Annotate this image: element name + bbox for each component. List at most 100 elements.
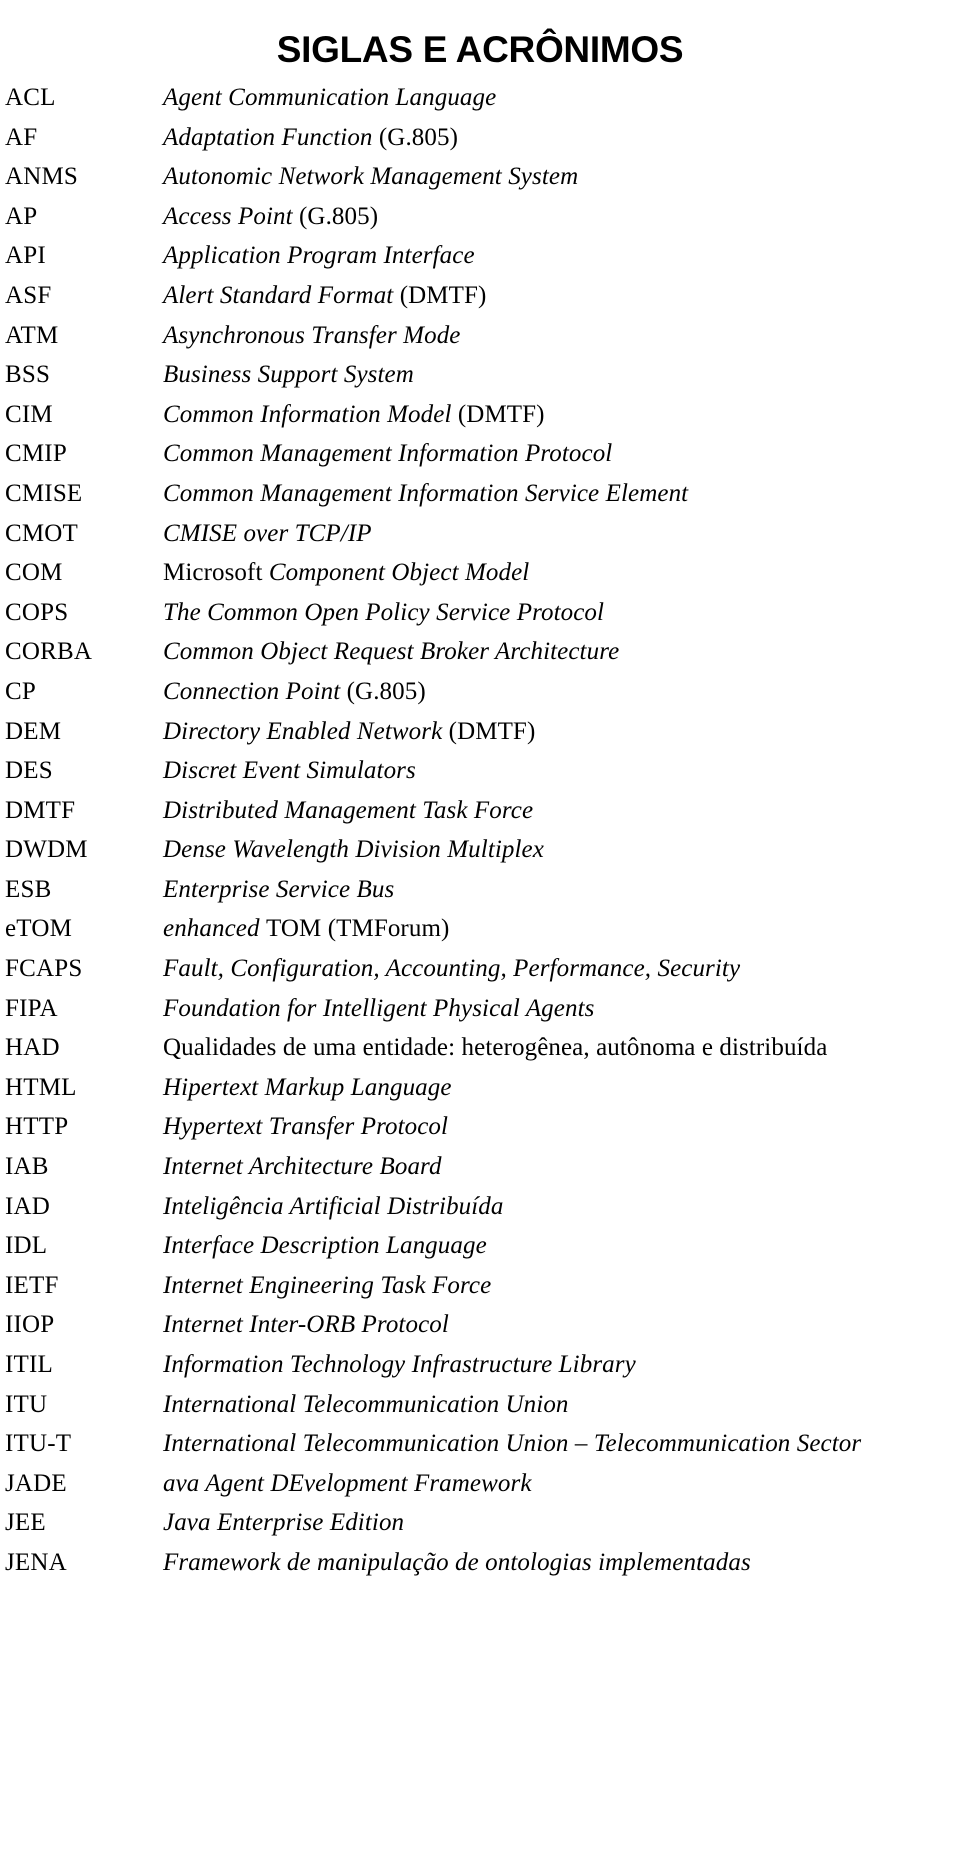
definition-text: Foundation for Intelligent Physical Agen… xyxy=(163,994,595,1022)
acronym-definition: Common Management Information Protocol xyxy=(163,434,612,474)
definition-text: Connection Point xyxy=(163,677,347,705)
definition-text: Enterprise Service Bus xyxy=(163,875,395,903)
acronym-definition: Business Support System xyxy=(163,355,414,395)
acronym-term: CMIP xyxy=(5,440,67,468)
acronym-term: COM xyxy=(5,559,63,587)
acronym-term: CP xyxy=(5,677,36,705)
acronym-definition: Discret Event Simulators xyxy=(163,751,416,791)
glossary-entry: DES Discret Event Simulators xyxy=(0,751,960,791)
definition-text: Common Management Information Protocol xyxy=(163,440,613,468)
acronym-definition: Enterprise Service Bus xyxy=(163,870,394,910)
acronym-term: ANMS xyxy=(5,163,79,191)
definition-text: Access Point xyxy=(163,202,299,230)
acronym-definition: Framework de manipulação de ontologias i… xyxy=(163,1543,751,1583)
definition-text: Information Technology Infrastructure Li… xyxy=(163,1351,636,1378)
acronym-term: CMISE xyxy=(5,479,83,507)
definition-text: Common Management Information Service El… xyxy=(163,479,689,507)
definition-text: Dense Wavelength Division Multiplex xyxy=(163,836,544,864)
acronym-term: JENA xyxy=(5,1548,67,1576)
definition-text: The Common Open Policy Service Protocol xyxy=(163,598,605,626)
acronym-term: AF xyxy=(5,123,38,151)
definition-text: Internet Inter-ORB Protocol xyxy=(163,1311,449,1339)
glossary-entry: COPS The Common Open Policy Service Proto… xyxy=(0,593,960,633)
acronym-term: CMOT xyxy=(5,519,79,547)
acronym-definition: Microsoft Component Object Model xyxy=(163,553,529,593)
definition-text: International Telecommunication Union – … xyxy=(163,1430,862,1458)
acronym-definition: Directory Enabled Network (DMTF) xyxy=(163,712,535,752)
definition-text: Agent Communication Language xyxy=(163,84,497,111)
acronym-term: DES xyxy=(5,757,53,785)
acronym-term: IAB xyxy=(5,1153,49,1181)
acronym-definition: Information Technology Infrastructure Li… xyxy=(163,1345,636,1385)
acronym-definition: Agent Communication Language xyxy=(163,78,496,118)
acronym-term: IAD xyxy=(5,1192,51,1220)
definition-text: Autonomic Network Management System xyxy=(163,163,579,191)
acronym-term: ITIL xyxy=(5,1351,53,1378)
acronym-term: IIOP xyxy=(5,1311,55,1339)
acronym-term: AP xyxy=(5,202,38,230)
acronym-definition: Internet Architecture Board xyxy=(163,1147,442,1187)
acronym-definition: CMISE over TCP/IP xyxy=(163,514,372,554)
definition-text: Common Object Request Broker Architectur… xyxy=(163,638,620,666)
acronym-definition: Access Point (G.805) xyxy=(163,197,378,237)
acronym-definition: Autonomic Network Management System xyxy=(163,157,578,197)
definition-text: Business Support System xyxy=(163,361,414,389)
glossary-entry: HTTP Hypertext Transfer Protocol xyxy=(0,1107,960,1147)
definition-text: enhanced xyxy=(163,915,266,943)
definition-roman-suffix: (G.805) xyxy=(378,123,459,151)
glossary-entry: AP Access Point (G.805) xyxy=(0,197,960,237)
acronym-definition: Common Management Information Service El… xyxy=(163,474,688,514)
glossary-entry: COM Microsoft Component Object Model xyxy=(0,553,960,593)
definition-text: Internet Architecture Board xyxy=(163,1153,442,1181)
acronym-term: HTTP xyxy=(5,1113,69,1141)
acronym-definition: Fault, Configuration, Accounting, Perfor… xyxy=(163,949,740,989)
acronym-definition: enhanced TOM (TMForum) xyxy=(163,909,449,949)
acronym-term: ITU-T xyxy=(5,1430,72,1458)
definition-roman-suffix: TOM (TMForum) xyxy=(265,915,450,943)
definition-text: Asynchronous Transfer Mode xyxy=(163,321,461,349)
glossary-entry: ESB Enterprise Service Bus xyxy=(0,870,960,910)
definition-text: Java Enterprise Edition xyxy=(163,1509,405,1537)
glossary-entry: JADE ava Agent DEvelopment Framework xyxy=(0,1464,960,1504)
glossary-entry: JENA Framework de manipulação de ontologi… xyxy=(0,1543,960,1583)
glossary-entry: IAB Internet Architecture Board xyxy=(0,1147,960,1187)
acronym-term: ESB xyxy=(5,875,52,903)
acronym-term: DMTF xyxy=(5,796,76,824)
acronym-term: FIPA xyxy=(5,994,58,1022)
acronym-term: DEM xyxy=(5,717,62,745)
acronym-definition: Internet Engineering Task Force xyxy=(163,1266,491,1306)
glossary-entry: AF Adaptation Function (G.805) xyxy=(0,118,960,158)
acronym-definition: International Telecommunication Union xyxy=(163,1385,569,1425)
acronym-term: COPS xyxy=(5,598,69,626)
glossary-entry: FIPA Foundation for Intelligent Physical … xyxy=(0,989,960,1029)
acronym-term: IETF xyxy=(5,1271,59,1299)
acronym-term: ASF xyxy=(5,281,52,309)
glossary-entry: CMOT CMISE over TCP/IP xyxy=(0,514,960,554)
acronym-definition: Alert Standard Format (DMTF) xyxy=(163,276,486,316)
acronym-term: DWDM xyxy=(5,836,88,864)
acronym-list: ACL Agent Communication Language AF Adaptat… xyxy=(0,78,960,1583)
page-title: SIGLAS E ACRÔNIMOS xyxy=(276,28,684,70)
glossary-entry: DEM Directory Enabled Network (DMTF) xyxy=(0,712,960,752)
acronym-definition: Hipertext Markup Language xyxy=(163,1068,452,1108)
glossary-entry: DMTF Distributed Management Task Force xyxy=(0,791,960,831)
acronym-term: JEE xyxy=(5,1509,46,1537)
definition-text: International Telecommunication Union xyxy=(163,1390,569,1418)
acronym-term: BSS xyxy=(5,361,51,389)
definition-text: Interface Description Language xyxy=(163,1232,487,1260)
acronym-term: ITU xyxy=(5,1390,48,1418)
glossary-entry: CORBA Common Object Request Broker Archit… xyxy=(0,632,960,672)
acronym-definition: Dense Wavelength Division Multiplex xyxy=(163,830,544,870)
definition-text: Framework de manipulação de ontologias i… xyxy=(163,1548,751,1576)
definition-text: Application Program Interface xyxy=(163,242,475,270)
glossary-entry: ATM Asynchronous Transfer Mode xyxy=(0,316,960,356)
glossary-entry: HTML Hipertext Markup Language xyxy=(0,1068,960,1108)
acronym-definition: Common Information Model (DMTF) xyxy=(163,395,545,435)
definition-text: Adaptation Function xyxy=(163,123,379,151)
glossary-entry: DWDM Dense Wavelength Division Multiplex xyxy=(0,830,960,870)
glossary-entry: CMIP Common Management Information Protoc… xyxy=(0,434,960,474)
acronym-term: JADE xyxy=(5,1469,67,1497)
document-page: SIGLAS E ACRÔNIMOS ACL Agent Communicatio… xyxy=(0,0,960,1852)
definition-text: Hipertext Markup Language xyxy=(163,1073,452,1101)
glossary-entry: ITU International Telecommunication Union xyxy=(0,1385,960,1425)
